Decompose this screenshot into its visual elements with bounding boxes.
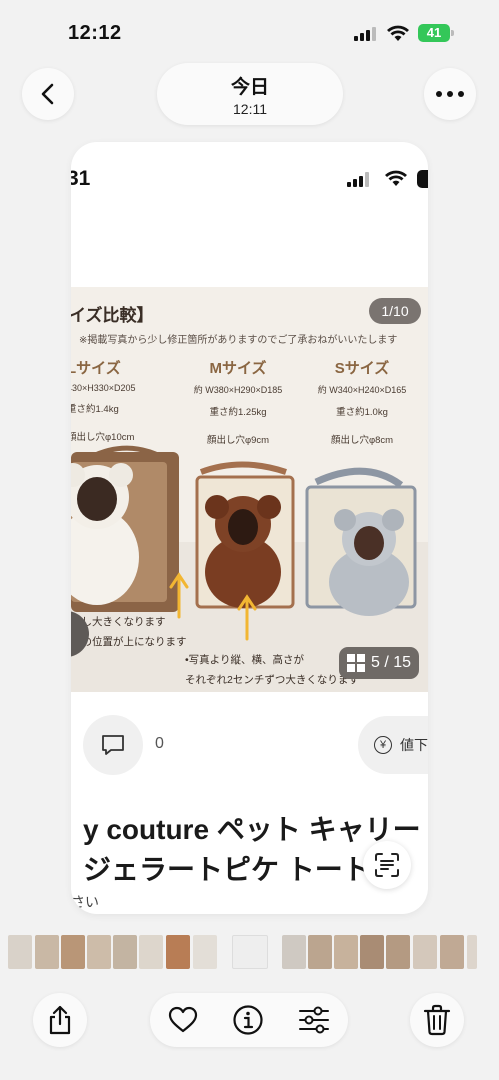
comment-icon [102, 735, 124, 755]
product-image[interactable]: イズ比較】 ※掲載写真から少し修正箇所がありますのでご了承おねがいいたします 1… [71, 287, 428, 692]
status-bar: 12:12 41 [0, 0, 499, 66]
delete-button[interactable] [410, 993, 464, 1047]
time-label: 12:11 [233, 101, 267, 117]
date-title[interactable]: 今日 12:11 [157, 63, 343, 125]
date-label: 今日 [230, 77, 269, 98]
text-scan-icon [375, 853, 399, 877]
comment-count: 0 [155, 735, 164, 752]
battery-icon: 41 [418, 24, 454, 42]
wifi-icon [387, 25, 409, 41]
photo-viewer[interactable]: 31 イズ比較】 ※掲載写真から少し修正箇所がありますのでご了承おねがいいたしま… [71, 142, 428, 914]
thumbnail[interactable] [334, 935, 358, 969]
image-notes-right: •写真より縦、横、高さが それぞれ2センチずつ大きくなります [185, 650, 359, 690]
thumbnail[interactable] [61, 935, 85, 969]
thumbnail[interactable] [360, 935, 384, 969]
thumbnail[interactable] [282, 935, 306, 969]
back-button[interactable] [22, 68, 74, 120]
thumbnail[interactable] [440, 935, 464, 969]
info-icon [233, 1005, 263, 1035]
thumbnail[interactable] [413, 935, 437, 969]
note-line: それぞれ2センチずつ大きくなります [185, 674, 359, 686]
product-title-line: y couture ペット キャリー [83, 814, 421, 845]
thumbnail[interactable] [467, 935, 477, 969]
embedded-time: 31 [71, 167, 91, 190]
grid-icon [347, 654, 365, 672]
info-button[interactable] [232, 1004, 264, 1036]
thumbnail[interactable] [8, 935, 32, 969]
price-drop-button[interactable]: ¥ 値下 [358, 716, 428, 774]
yen-icon: ¥ [374, 736, 392, 754]
image-count-badge: 5 / 15 [339, 647, 419, 679]
status-time: 12:12 [68, 22, 122, 44]
comment-button[interactable] [83, 715, 143, 775]
like-button[interactable] [167, 1004, 199, 1036]
more-button[interactable] [424, 68, 476, 120]
thumbnail[interactable] [166, 935, 190, 969]
note-line: •写真より縦、横、高さが [185, 654, 304, 666]
embedded-status-bar: 31 [71, 142, 428, 212]
brown-plush-dog [205, 495, 281, 608]
thumbnail[interactable] [232, 935, 268, 969]
battery-level: 41 [418, 24, 450, 42]
share-icon [49, 1005, 71, 1035]
image-index: 5 / 15 [371, 654, 412, 671]
adjust-button[interactable] [298, 1004, 330, 1036]
embedded-battery-icon [417, 170, 428, 188]
thumbnail[interactable] [139, 935, 163, 969]
thumbnail[interactable] [35, 935, 59, 969]
product-subtitle: さい [71, 894, 99, 910]
embedded-signal-icon [347, 172, 371, 187]
heart-icon [168, 1006, 198, 1033]
share-button[interactable] [33, 993, 87, 1047]
thumbnail[interactable] [308, 935, 332, 969]
thumbnail[interactable] [87, 935, 111, 969]
cellular-signal-icon [354, 27, 376, 41]
action-bar [150, 993, 348, 1047]
gray-plush-dog [329, 509, 409, 616]
embedded-wifi-icon [385, 170, 407, 186]
price-drop-label: 値下 [400, 737, 428, 753]
thumbnail[interactable] [386, 935, 410, 969]
sliders-icon [299, 1006, 329, 1034]
ellipsis-icon [436, 91, 464, 97]
chevron-left-icon [41, 83, 54, 105]
thumbnail-strip[interactable] [0, 935, 499, 971]
live-text-button[interactable] [363, 841, 411, 889]
trash-icon [423, 1004, 451, 1036]
thumbnail[interactable] [193, 935, 217, 969]
thumbnail[interactable] [113, 935, 137, 969]
